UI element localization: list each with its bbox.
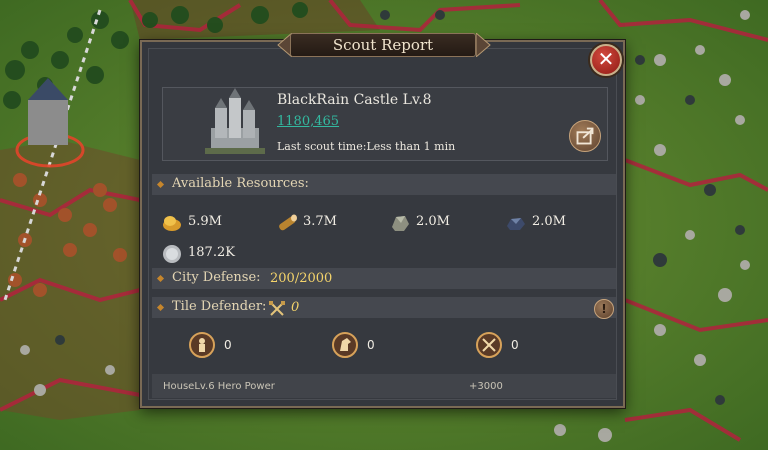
section-bullet-icon <box>156 303 165 312</box>
panel-title: Scout Report <box>290 33 476 57</box>
share-icon <box>576 127 594 145</box>
info-button[interactable]: ! <box>594 299 614 319</box>
close-button[interactable]: ✕ <box>590 44 622 76</box>
section-bullet-icon <box>156 180 165 189</box>
city-defense-label: City Defense: <box>172 270 261 285</box>
troop-cavalry: 0 <box>331 331 391 359</box>
castle-coordinates-link[interactable]: 1180,465 <box>277 114 339 129</box>
resource-food: 5.9M <box>160 211 240 235</box>
archer-icon <box>476 332 502 358</box>
cavalry-icon <box>332 332 358 358</box>
share-button[interactable] <box>569 120 601 152</box>
tile-defender-row: Tile Defender: <box>152 297 616 318</box>
resource-stone: 2.0M <box>388 211 468 235</box>
hero-power-value: +3000 <box>469 381 503 392</box>
info-icon: ! <box>601 302 607 316</box>
troop-count: 0 <box>367 338 375 352</box>
wood-icon <box>279 214 297 231</box>
silver-icon <box>163 245 181 263</box>
city-defense-row: City Defense: <box>152 268 616 289</box>
resource-iron: 2.0M <box>504 211 584 235</box>
tile-defender-value: 0 <box>291 300 300 315</box>
troop-infantry: 0 <box>188 331 248 359</box>
title-ornament-right <box>476 33 491 57</box>
infantry-icon <box>189 332 215 358</box>
troop-archer: 0 <box>475 331 535 359</box>
hero-power-label: HouseLv.6 Hero Power <box>163 381 275 392</box>
resource-value: 2.0M <box>532 214 566 229</box>
city-defense-value: 200/2000 <box>270 271 333 286</box>
iron-icon <box>507 218 525 230</box>
stone-icon <box>392 216 409 231</box>
resource-value: 5.9M <box>188 214 222 229</box>
tile-defender-label: Tile Defender: <box>172 299 267 314</box>
troop-count: 0 <box>511 338 519 352</box>
resources-header: Available Resources: <box>152 174 616 195</box>
resource-value: 2.0M <box>416 214 450 229</box>
section-bullet-icon <box>156 274 165 283</box>
food-icon <box>163 216 181 231</box>
castle-thumbnail-icon <box>205 88 265 154</box>
last-scout-time: Last scout time:Less than 1 min <box>277 140 456 153</box>
resource-wood: 3.7M <box>275 211 355 235</box>
troop-count: 0 <box>224 338 232 352</box>
resources-header-label: Available Resources: <box>172 176 309 191</box>
castle-name: BlackRain Castle Lv.8 <box>277 92 432 108</box>
resource-value: 3.7M <box>303 214 337 229</box>
crossed-swords-icon <box>269 301 285 316</box>
close-icon: ✕ <box>597 47 615 71</box>
resource-silver: 187.2K <box>160 242 250 266</box>
resource-value: 187.2K <box>188 245 235 260</box>
